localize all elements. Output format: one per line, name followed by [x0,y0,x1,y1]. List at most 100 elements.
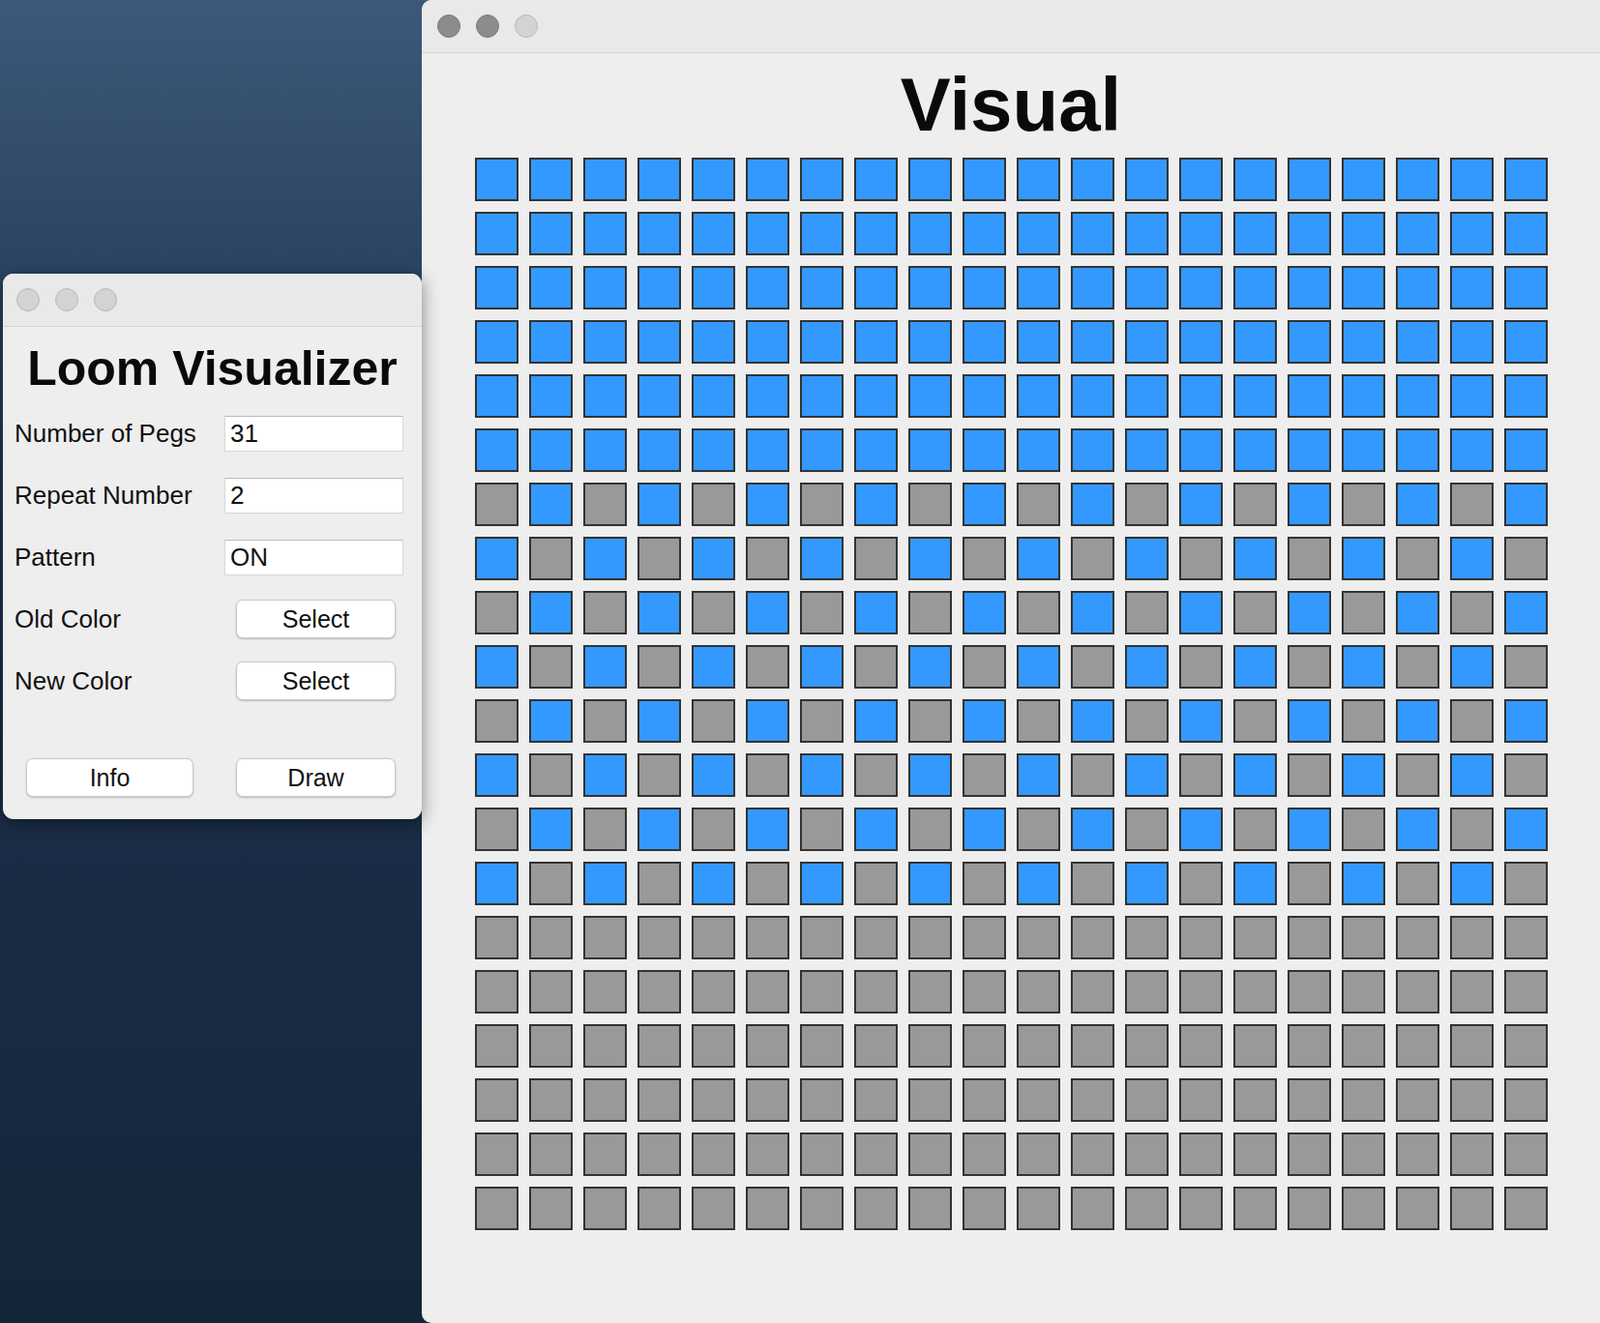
grid-cell [1125,861,1169,906]
grid-cell [691,753,736,798]
grid-cell [1233,428,1277,473]
grid-cell [1504,1186,1548,1231]
grid-cell [1287,157,1332,202]
grid-cell [908,807,952,852]
grid-cell [1070,266,1115,310]
grid-cell [1395,591,1440,635]
grid-cell [1016,1132,1061,1177]
grid-cell [637,861,682,906]
grid-cell [908,374,952,418]
grid-cell [583,157,627,202]
grid-cell [474,374,519,418]
grid-cell [637,428,682,473]
grid-cell [908,157,952,202]
select-color-button[interactable]: Select [236,599,396,639]
window-button-icon[interactable] [437,14,461,38]
grid-cell [637,266,682,310]
grid-cell [854,374,898,418]
grid-cell [1125,1186,1169,1231]
grid-cell [1395,861,1440,906]
grid-cell [1287,753,1332,798]
form-row: Number of Pegs31 [2,402,422,465]
grid-cell [1504,157,1548,202]
grid-cell [474,1132,519,1177]
form-row: New ColorSelect [2,650,422,712]
grid-cell [962,428,1007,473]
grid-cell [1395,211,1440,256]
grid-cell [1016,320,1061,364]
grid-cell [800,1024,844,1068]
grid-cell [1016,482,1061,527]
grid-cell [1016,861,1061,906]
grid-cell [1450,211,1494,256]
grid-cell [691,428,736,473]
grid-cell [1504,699,1548,743]
window-button-icon[interactable] [55,288,79,312]
window-button-icon[interactable] [93,288,118,312]
grid-cell [800,482,844,527]
grid-cell [1341,753,1386,798]
grid-cell [1341,861,1386,906]
grid-cell [691,916,736,960]
grid-cell [854,807,898,852]
grid-cell [1287,266,1332,310]
text-field[interactable]: ON [224,539,404,576]
grid-cell [800,1132,844,1177]
grid-cell [1125,807,1169,852]
text-field[interactable]: 31 [224,415,404,452]
grid-cell [1179,1024,1223,1068]
grid-cell [529,591,573,635]
grid-cell [1179,1132,1223,1177]
grid-cell [1395,1186,1440,1231]
grid-cell [1504,807,1548,852]
grid-cell [583,211,627,256]
window-button-icon[interactable] [514,14,538,38]
grid-cell [583,861,627,906]
grid-cell [583,645,627,689]
grid-cell [529,699,573,743]
grid-cell [962,536,1007,581]
grid-cell [1287,374,1332,418]
grid-cell [1070,1078,1115,1123]
text-field[interactable]: 2 [224,477,404,514]
window-button-icon[interactable] [475,14,500,38]
grid-cell [474,916,519,960]
grid-cell [962,807,1007,852]
grid-cell [1504,211,1548,256]
grid-cell [637,482,682,527]
grid-cell [583,753,627,798]
grid-cell [529,266,573,310]
grid-cell [529,753,573,798]
grid-cell [583,1078,627,1123]
grid-cell [854,699,898,743]
grid-cell [1125,374,1169,418]
grid-cell [1070,482,1115,527]
grid-cell [1450,591,1494,635]
grid-cell [962,1186,1007,1231]
grid-cell [1395,753,1440,798]
grid-cell [1233,699,1277,743]
grid-cell [908,753,952,798]
grid-cell [1233,807,1277,852]
select-color-button[interactable]: Select [236,661,396,701]
grid-cell [800,807,844,852]
grid-row [474,753,1548,798]
grid-cell [637,536,682,581]
grid-cell [1395,482,1440,527]
grid-cell [962,1132,1007,1177]
grid-cell [1450,1024,1494,1068]
grid-cell [637,157,682,202]
grid-cell [1233,266,1277,310]
action-button[interactable]: Draw [236,758,396,798]
action-button[interactable]: Info [26,758,194,798]
grid-row [474,1078,1548,1123]
grid-cell [1070,1186,1115,1231]
window-button-icon[interactable] [16,288,40,312]
grid-cell [1233,591,1277,635]
grid-cell [529,807,573,852]
grid-cell [908,428,952,473]
grid-cell [1016,374,1061,418]
grid-cell [1287,861,1332,906]
grid-cell [1395,1078,1440,1123]
grid-cell [691,1078,736,1123]
